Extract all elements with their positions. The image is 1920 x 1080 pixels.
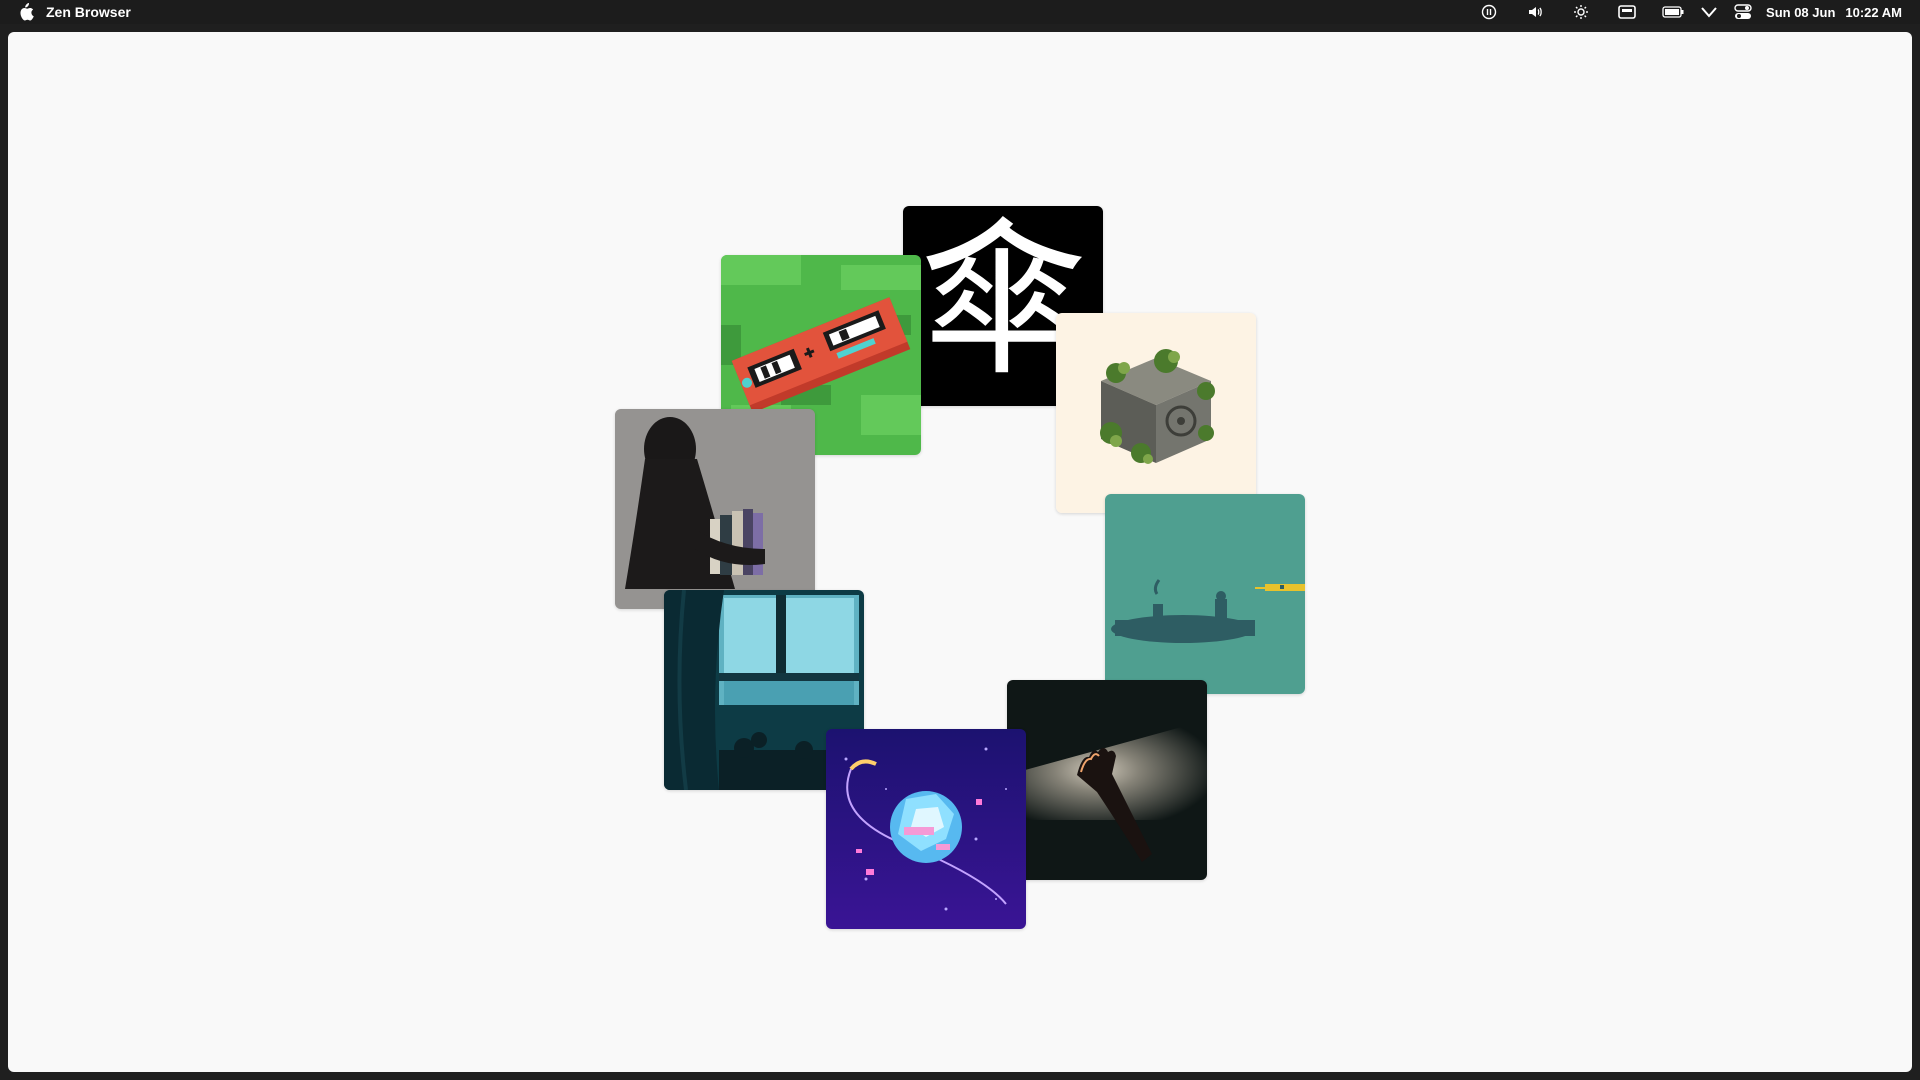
pause-icon[interactable] <box>1478 2 1500 22</box>
active-app-name[interactable]: Zen Browser <box>46 4 131 20</box>
status-tray: Sun 08 Jun 10:22 AM <box>1454 0 1902 24</box>
control-center-icon[interactable] <box>1732 2 1754 22</box>
browser-window: 傘 <box>8 32 1912 1072</box>
wifi-icon[interactable] <box>1698 2 1720 22</box>
menu-bar: Zen Browser Sun 08 Jun 10:22 AM <box>0 0 1920 24</box>
hooded-figure-books-photo[interactable] <box>615 409 815 609</box>
crystal-planet-artwork[interactable] <box>826 729 1026 929</box>
keyboard-icon[interactable] <box>1616 2 1638 22</box>
battery-icon[interactable] <box>1662 2 1684 22</box>
glowing-hand-photo[interactable] <box>1007 680 1207 880</box>
apple-logo-icon[interactable] <box>16 2 36 22</box>
brightness-icon[interactable] <box>1570 2 1592 22</box>
menu-clock[interactable]: Sun 08 Jun 10:22 AM <box>1766 5 1902 20</box>
mossy-safe-artwork[interactable] <box>1056 313 1256 513</box>
clock-time: 10:22 AM <box>1845 4 1902 20</box>
submarine-pixel-artwork[interactable] <box>1105 494 1305 694</box>
clock-date: Sun 08 Jun <box>1766 4 1836 20</box>
volume-icon[interactable] <box>1524 2 1546 22</box>
